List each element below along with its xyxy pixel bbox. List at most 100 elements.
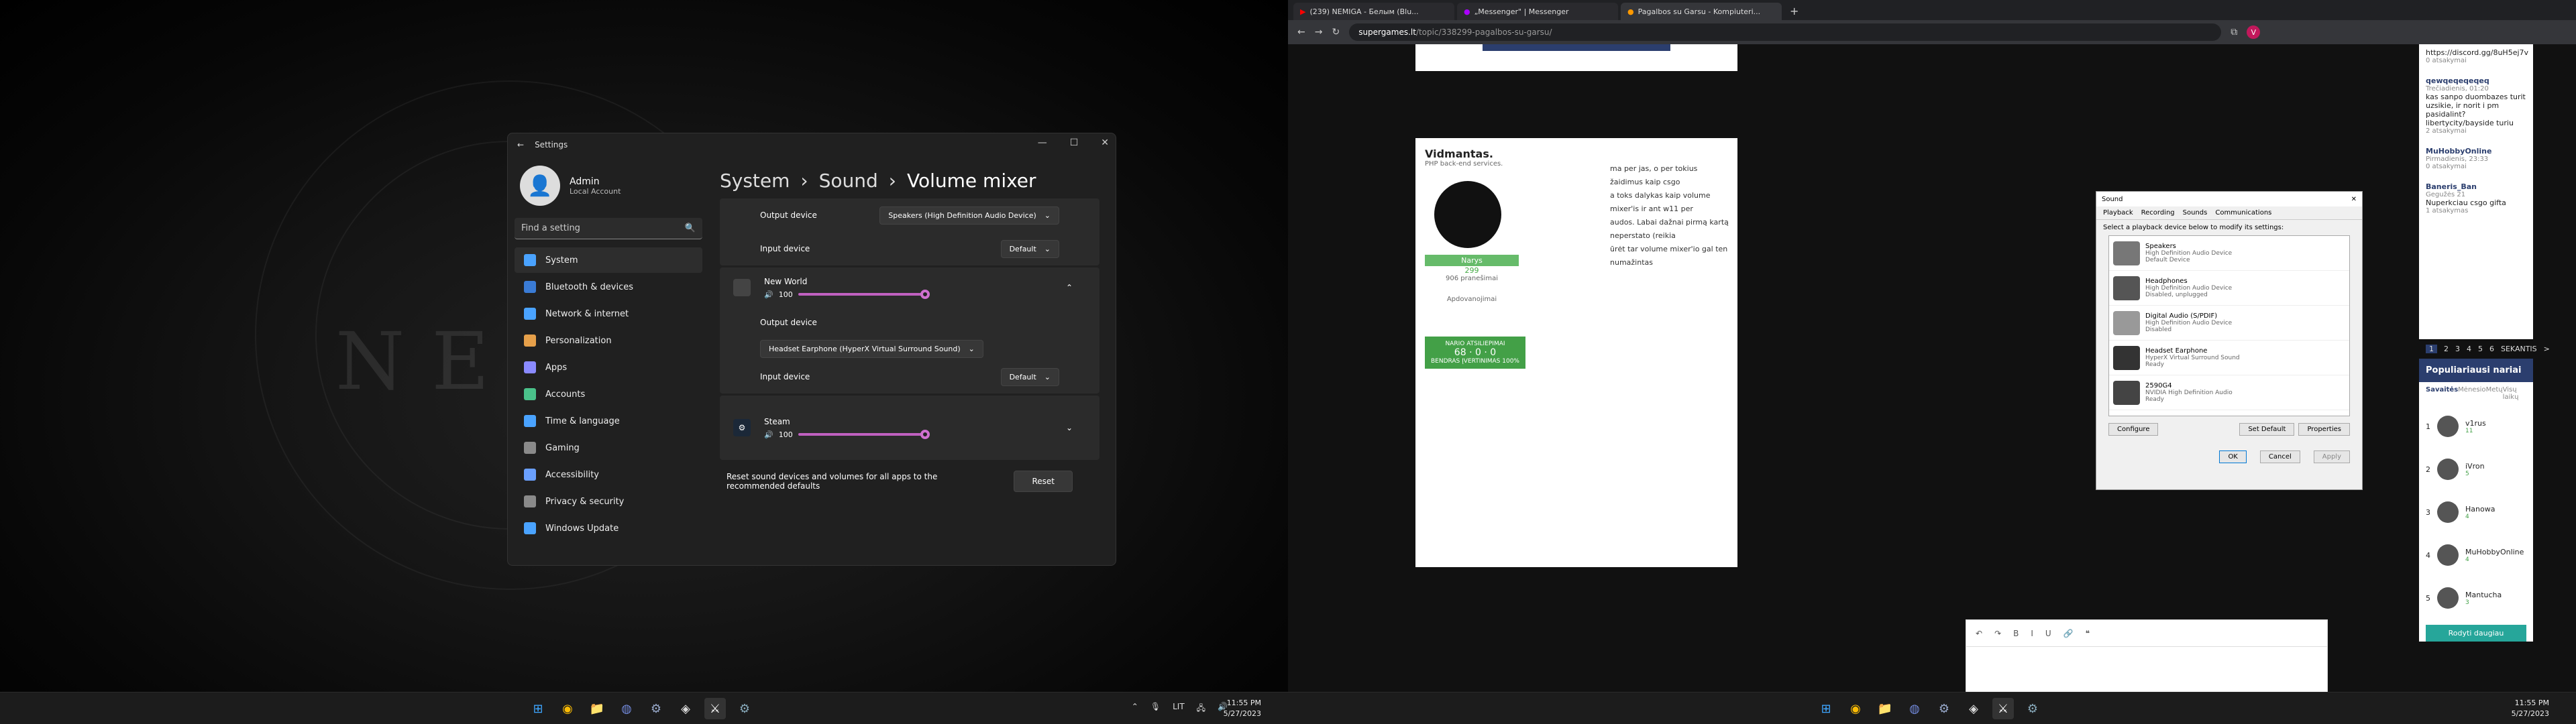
feed-item[interactable]: https://discord.gg/8uH5ej7v 0 atsakymai — [2426, 48, 2528, 64]
steam-icon[interactable]: ⚙ — [1933, 698, 1955, 719]
popular-tab[interactable]: Mėnesio — [2458, 386, 2485, 401]
file-explorer-icon[interactable]: 📁 — [1874, 698, 1896, 719]
configure-button[interactable]: Configure — [2108, 423, 2159, 436]
underline-icon[interactable]: U — [2045, 629, 2051, 638]
address-bar[interactable]: supergames.lt/topic/338299-pagalbos-su-g… — [1349, 23, 2222, 41]
microphone-icon[interactable]: 🎙 — [1150, 702, 1161, 716]
page-link[interactable]: 5 — [2478, 345, 2483, 353]
close-icon[interactable]: ✕ — [1101, 137, 1109, 148]
chevron-up-icon[interactable]: ⌃ — [1066, 283, 1073, 292]
redo-icon[interactable]: ↷ — [1994, 629, 2001, 638]
steam-icon[interactable]: ⚙ — [645, 698, 667, 719]
new-world-icon[interactable]: ⚔ — [1992, 698, 2014, 719]
quote-icon[interactable]: ❝ — [2086, 629, 2090, 638]
sidebar-item[interactable]: Apps — [515, 355, 702, 380]
tab-messenger[interactable]: ● „Messenger" | Messenger — [1457, 3, 1618, 20]
settings-icon[interactable]: ⚙ — [734, 698, 755, 719]
clock[interactable]: 11:55 PM 5/27/2023 — [2512, 698, 2549, 719]
volume-slider[interactable]: 🔊 100 — [764, 430, 930, 439]
search-input[interactable]: Find a setting 🔍 — [515, 218, 702, 239]
post-author[interactable]: Vidmantas. — [1425, 147, 1728, 160]
reset-button[interactable]: Reset — [1014, 471, 1073, 492]
tab-communications[interactable]: Communications — [2215, 209, 2271, 217]
app-input-select[interactable]: Default ⌄ — [1000, 367, 1059, 386]
sidebar-item[interactable]: Time & language — [515, 408, 702, 434]
sidebar-item[interactable]: Gaming — [515, 435, 702, 461]
output-device-select[interactable]: Speakers (High Definition Audio Device) ⌄ — [879, 206, 1059, 225]
tab-supergames[interactable]: ● Pagalbos su Garsu - Kompiuteri... — [1621, 3, 1782, 20]
close-icon[interactable]: ✕ — [2351, 196, 2357, 203]
discord-icon[interactable]: ◍ — [1904, 698, 1925, 719]
reload-icon[interactable]: ↻ — [1332, 27, 1340, 38]
cancel-button[interactable]: Cancel — [2259, 450, 2300, 463]
sidebar-item[interactable]: Accounts — [515, 381, 702, 407]
member-row[interactable]: 3 Hanowa 4 — [2419, 491, 2533, 534]
member-row[interactable]: 1 v1rus 11 — [2419, 405, 2533, 448]
italic-icon[interactable]: I — [2031, 629, 2033, 638]
chevron-down-icon[interactable]: ⌄ — [1066, 423, 1073, 432]
tab-recording[interactable]: Recording — [2141, 209, 2175, 217]
apply-button[interactable]: Apply — [2313, 450, 2350, 463]
device-item[interactable]: Speakers High Definition Audio Device Defa… — [2109, 236, 2349, 271]
sidebar-item[interactable]: Accessibility — [515, 462, 702, 487]
profile[interactable]: 👤 Admin Local Account — [515, 156, 702, 218]
tab-sounds[interactable]: Sounds — [2183, 209, 2208, 217]
breadcrumb-system[interactable]: System — [720, 170, 790, 192]
settings-icon[interactable]: ⚙ — [2022, 698, 2043, 719]
member-row[interactable]: 4 MuHobbyOnline 4 — [2419, 534, 2533, 577]
chrome-icon[interactable]: ◉ — [557, 698, 578, 719]
device-item[interactable]: Digital Audio (S/PDIF) High Definition Au… — [2109, 306, 2349, 341]
app-icon[interactable]: ◈ — [1963, 698, 1984, 719]
page-link[interactable]: SEKANTIS — [2501, 345, 2537, 353]
page-link[interactable]: 2 — [2444, 345, 2449, 353]
volume-slider[interactable]: 🔊 100 — [764, 290, 930, 299]
device-item[interactable]: Headset Earphone HyperX Virtual Surround … — [2109, 341, 2349, 375]
sidebar-item[interactable]: System — [515, 247, 702, 273]
show-more-button[interactable]: Rodyti daugiau — [2426, 625, 2526, 642]
page-link[interactable]: > — [2544, 345, 2550, 353]
back-arrow-icon[interactable]: ← — [517, 140, 524, 149]
page-link[interactable]: 1 — [2426, 345, 2437, 353]
chrome-icon[interactable]: ◉ — [1845, 698, 1866, 719]
sidebar-item[interactable]: Windows Update — [515, 516, 702, 541]
feed-item[interactable]: Baneris_Ban Gegužės 21 Nuperkciau csgo gif… — [2426, 182, 2526, 215]
avatar[interactable] — [1434, 181, 1501, 248]
maximize-icon[interactable]: ☐ — [1070, 137, 1079, 148]
forward-icon[interactable]: → — [1315, 27, 1323, 38]
sidebar-item[interactable]: Privacy & security — [515, 489, 702, 514]
clock[interactable]: 11:55 PM 5/27/2023 — [1224, 698, 1261, 719]
popular-tab[interactable]: Savaitės — [2426, 386, 2458, 401]
profile-avatar[interactable]: V — [2247, 25, 2261, 39]
feed-item[interactable]: qewqeqeqeqeq Trečiadienis, 01:20 kas sanpo… — [2426, 76, 2526, 135]
app-output-select[interactable]: Headset Earphone (HyperX Virtual Surroun… — [760, 339, 983, 358]
page-link[interactable]: 3 — [2455, 345, 2460, 353]
properties-button[interactable]: Properties — [2298, 423, 2350, 436]
new-world-icon[interactable]: ⚔ — [704, 698, 726, 719]
undo-icon[interactable]: ↶ — [1976, 629, 1982, 638]
chevron-up-icon[interactable]: ⌃ — [1132, 702, 1138, 716]
back-icon[interactable]: ← — [1297, 27, 1305, 38]
extensions-icon[interactable]: ⧉ — [2231, 27, 2237, 38]
network-icon[interactable]: 🖧 — [1197, 702, 1205, 716]
member-row[interactable]: 2 iVron 5 — [2419, 448, 2533, 491]
page-link[interactable]: 4 — [2467, 345, 2471, 353]
page-link[interactable]: 6 — [2489, 345, 2494, 353]
tab-playback[interactable]: Playback — [2103, 209, 2133, 217]
language-indicator[interactable]: LIT — [1173, 702, 1185, 716]
device-item[interactable]: Headphones High Definition Audio Device Di… — [2109, 271, 2349, 306]
set-default-button[interactable]: Set Default — [2239, 423, 2295, 436]
windows-start-icon[interactable]: ⊞ — [1815, 698, 1837, 719]
minimize-icon[interactable]: — — [1038, 137, 1047, 148]
breadcrumb-sound[interactable]: Sound — [819, 170, 878, 192]
ok-button[interactable]: OK — [2219, 450, 2247, 463]
windows-start-icon[interactable]: ⊞ — [527, 698, 549, 719]
tab-youtube[interactable]: ▶ (239) NEMIGA - Белым (Blu... — [1293, 3, 1454, 20]
popular-tab[interactable]: Visų laikų — [2503, 386, 2526, 401]
sidebar-item[interactable]: Bluetooth & devices — [515, 274, 702, 300]
sidebar-item[interactable]: Network & internet — [515, 301, 702, 326]
app-icon[interactable]: ◈ — [675, 698, 696, 719]
feed-item[interactable]: MuHobbyOnline Pirmadienis, 23:33 0 atsakym… — [2426, 147, 2526, 170]
link-icon[interactable]: 🔗 — [2063, 629, 2074, 638]
file-explorer-icon[interactable]: 📁 — [586, 698, 608, 719]
device-item[interactable]: 2590G4 NVIDIA High Definition Audio Ready — [2109, 375, 2349, 410]
